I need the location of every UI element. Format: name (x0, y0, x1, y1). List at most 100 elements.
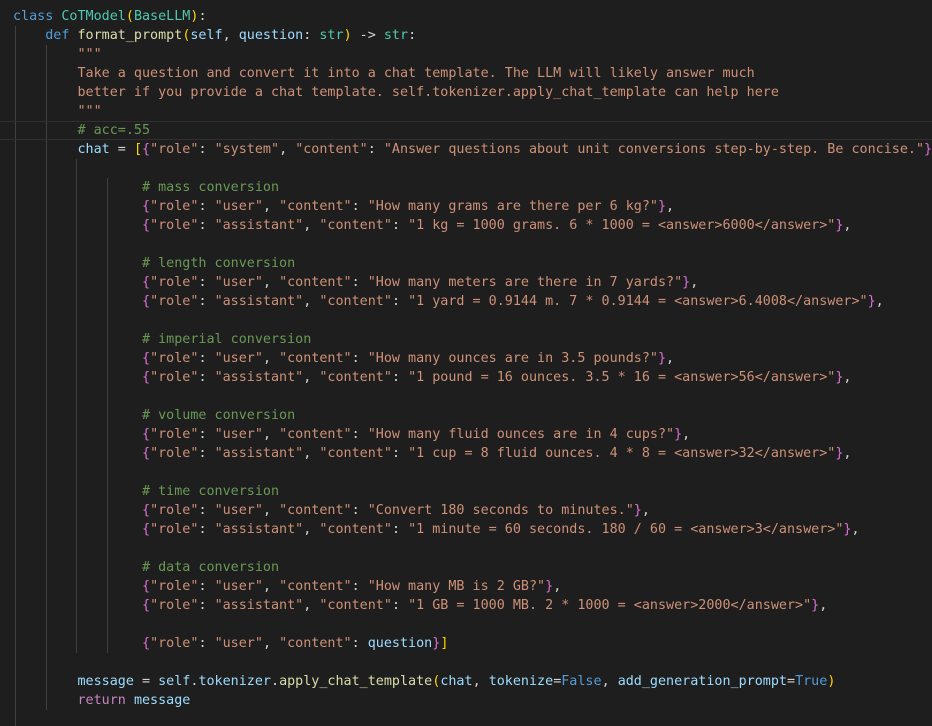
code-line[interactable]: # volume conversion (13, 406, 932, 425)
code-token: , (666, 351, 675, 366)
code-token: "1 pound = 16 ounces. 3.5 * 16 = <answer… (408, 370, 836, 385)
code-token: { (142, 522, 151, 537)
code-token: better if you provide a chat template. s… (77, 85, 779, 100)
code-token: , (262, 503, 280, 518)
code-token: : (408, 28, 417, 43)
code-line[interactable]: # imperial conversion (13, 330, 932, 349)
code-token: class (13, 9, 54, 24)
code-line[interactable]: {"role": "user", "content": question}] (13, 634, 932, 653)
code-line[interactable]: return message (13, 691, 932, 710)
code-token: apply_chat_template (279, 674, 433, 689)
code-token: "role" (150, 351, 199, 366)
code-token: : (303, 28, 320, 43)
code-editor[interactable]: class CoTModel(BaseLLM): def format_prom… (0, 0, 932, 726)
code-token: "user" (214, 199, 263, 214)
code-line[interactable]: {"role": "assistant", "content": "1 kg =… (13, 216, 932, 235)
code-token: { (142, 579, 151, 594)
code-line[interactable]: {"role": "user", "content": "How many ou… (13, 349, 932, 368)
code-line[interactable] (13, 615, 932, 634)
code-line[interactable]: better if you provide a chat template. s… (13, 83, 932, 102)
code-token: : (351, 636, 368, 651)
code-token: # volume conversion (142, 408, 296, 423)
code-line[interactable]: {"role": "assistant", "content": "1 poun… (13, 368, 932, 387)
code-line[interactable]: # mass conversion (13, 178, 932, 197)
code-line[interactable]: {"role": "assistant", "content": "1 yard… (13, 292, 932, 311)
code-token: "role" (150, 522, 199, 537)
code-token: , (303, 598, 320, 613)
code-token: """ (77, 104, 102, 119)
code-line[interactable] (13, 539, 932, 558)
code-token: # time conversion (142, 484, 280, 499)
code-token: , (262, 636, 280, 651)
code-line[interactable] (13, 463, 932, 482)
code-line[interactable] (13, 387, 932, 406)
code-token: "content" (319, 522, 392, 537)
code-token: } (674, 427, 683, 442)
code-token: ( (125, 9, 134, 24)
code-line[interactable]: message = self.tokenizer.apply_chat_temp… (13, 672, 932, 691)
code-line[interactable]: """ (13, 102, 932, 121)
code-token: "1 cup = 8 fluid ounces. 4 * 8 = <answer… (408, 446, 836, 461)
code-token: } (811, 598, 820, 613)
code-token: { (142, 218, 151, 233)
code-line[interactable]: {"role": "user", "content": "Convert 180… (13, 501, 932, 520)
code-token: : (351, 503, 368, 518)
code-token: "user" (214, 636, 263, 651)
code-line[interactable]: {"role": "user", "content": "How many gr… (13, 197, 932, 216)
code-token: "assistant" (214, 522, 304, 537)
code-line[interactable]: {"role": "user", "content": "How many MB… (13, 577, 932, 596)
code-token: : (198, 636, 215, 651)
code-line[interactable]: # time conversion (13, 482, 932, 501)
code-token: , (279, 142, 296, 157)
code-token: CoTModel (61, 9, 126, 24)
code-token: = (787, 674, 796, 689)
code-line[interactable] (13, 311, 932, 330)
code-token: { (142, 142, 151, 157)
code-line[interactable] (13, 159, 932, 178)
code-token: { (142, 370, 151, 385)
code-line[interactable] (13, 235, 932, 254)
code-token: : (391, 598, 409, 613)
code-token: True (795, 674, 828, 689)
code-line[interactable]: {"role": "assistant", "content": "1 minu… (13, 520, 932, 539)
code-token: "role" (150, 199, 199, 214)
code-token: , (641, 503, 650, 518)
code-token: "user" (214, 579, 263, 594)
code-token: : (198, 579, 215, 594)
code-line[interactable] (13, 653, 932, 672)
code-token: add_generation_prompt (617, 674, 787, 689)
code-line[interactable]: {"role": "user", "content": "How many me… (13, 273, 932, 292)
code-token: "content" (279, 275, 352, 290)
code-line[interactable]: """ (13, 45, 932, 64)
code-line[interactable]: {"role": "user", "content": "How many fl… (13, 425, 932, 444)
code-token: , (303, 522, 320, 537)
code-line[interactable]: {"role": "assistant", "content": "1 GB =… (13, 596, 932, 615)
code-token: , (262, 579, 280, 594)
code-token: "user" (214, 503, 263, 518)
code-line[interactable]: chat = [{"role": "system", "content": "A… (13, 140, 932, 159)
code-line[interactable]: {"role": "assistant", "content": "1 cup … (13, 444, 932, 463)
code-line[interactable]: def format_prompt(self, question: str) -… (13, 26, 932, 45)
code-line[interactable]: Take a question and convert it into a ch… (13, 64, 932, 83)
code-token: -> (351, 28, 384, 43)
code-token: "content" (319, 294, 392, 309)
code-token: , (819, 598, 828, 613)
code-token: : (198, 446, 215, 461)
code-line[interactable]: # length conversion (13, 254, 932, 273)
code-token: "assistant" (214, 370, 304, 385)
code-line[interactable]: class CoTModel(BaseLLM): (13, 7, 932, 26)
code-token: "role" (150, 503, 199, 518)
code-line[interactable]: # data conversion (13, 558, 932, 577)
code-token: , (690, 275, 699, 290)
code-token: ] (440, 636, 449, 651)
code-line[interactable]: # acc=.55 (0, 121, 932, 140)
code-token: : (391, 294, 409, 309)
